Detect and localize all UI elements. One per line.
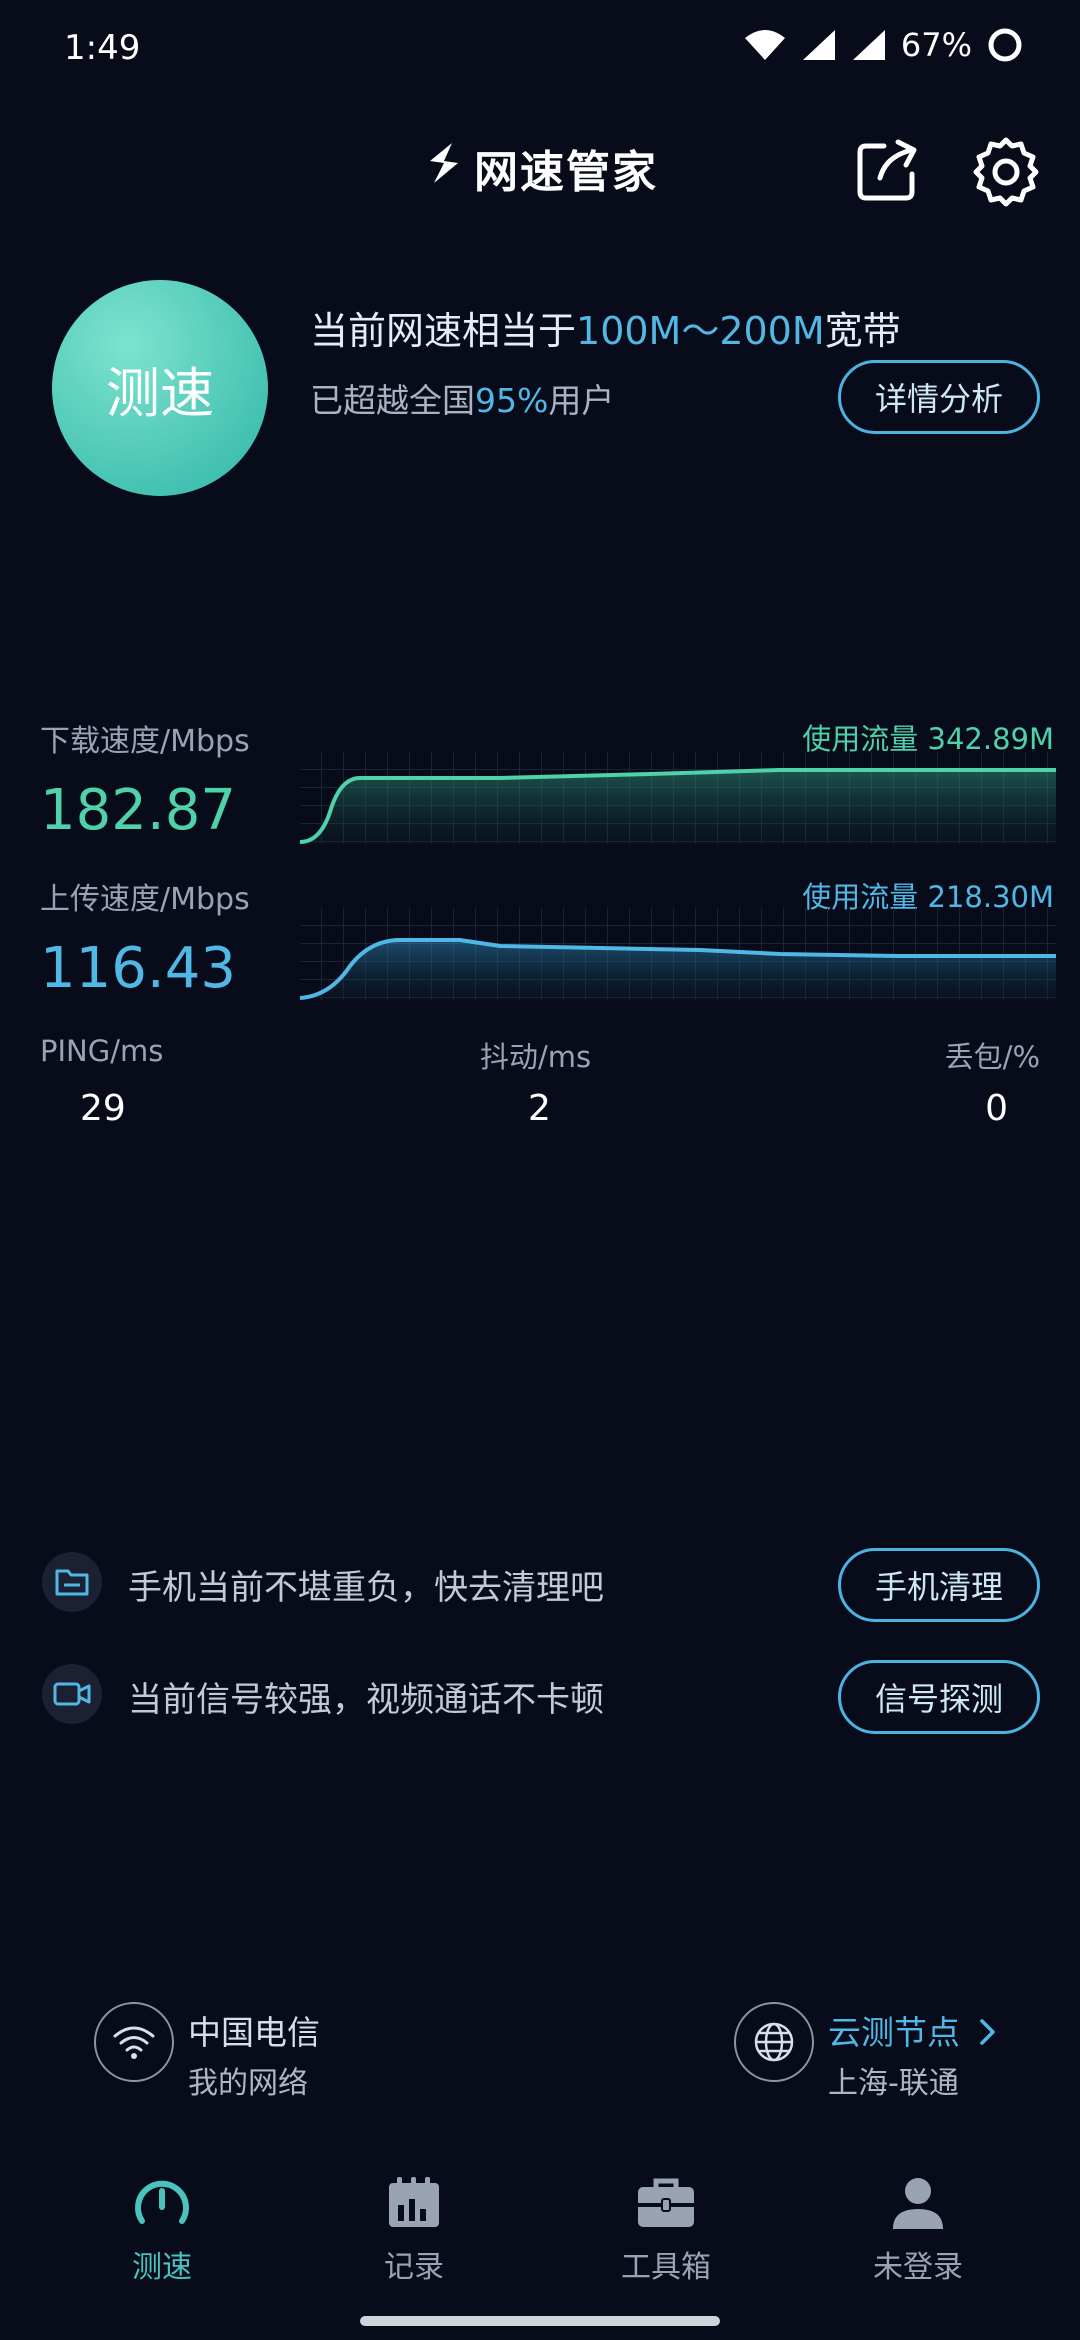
toolbox-icon bbox=[638, 2178, 694, 2227]
download-value: 182.87 bbox=[40, 778, 236, 843]
node-location: 上海-联通 bbox=[828, 2066, 959, 2101]
tab-records[interactable]: 记录 bbox=[314, 2170, 514, 2286]
wifi-icon bbox=[94, 2002, 174, 2082]
jitter-value: 2 bbox=[528, 1088, 551, 1129]
tab-profile[interactable]: 未登录 bbox=[818, 2170, 1018, 2286]
upload-chart bbox=[300, 908, 1056, 1000]
tip-signal-text: 当前信号较强，视频通话不卡顿 bbox=[128, 1680, 604, 1720]
logo-icon bbox=[422, 139, 466, 198]
signal-detect-button[interactable]: 信号探测 bbox=[838, 1660, 1040, 1734]
loss-label: 丢包/% bbox=[944, 1040, 1040, 1074]
upload-value: 116.43 bbox=[40, 936, 236, 1001]
app-title: 网速管家 bbox=[474, 147, 658, 198]
tab-records-label: 记录 bbox=[384, 2250, 444, 2285]
cell-signal-icon-2 bbox=[852, 30, 885, 60]
cloud-node-link[interactable]: 云测节点 bbox=[828, 2006, 999, 2054]
rank-percent: 95% bbox=[475, 381, 549, 420]
settings-button[interactable] bbox=[968, 132, 1044, 208]
details-analysis-button[interactable]: 详情分析 bbox=[838, 360, 1040, 434]
upload-label: 上传速度/Mbps bbox=[40, 882, 250, 917]
speed-test-button[interactable]: 测速 bbox=[52, 280, 268, 496]
status-icons: 67% bbox=[743, 26, 1024, 64]
gear-icon bbox=[973, 137, 1039, 207]
battery-ring-icon bbox=[988, 28, 1022, 62]
tab-speedtest-label: 测速 bbox=[132, 2250, 192, 2285]
rank-summary: 已超越全国95%用户 bbox=[310, 381, 615, 420]
tab-toolbox[interactable]: 工具箱 bbox=[566, 2170, 766, 2286]
chevron-right-icon bbox=[979, 2019, 995, 2045]
folder-icon bbox=[42, 1552, 102, 1612]
loss-value: 0 bbox=[985, 1088, 1008, 1129]
cell-signal-icon bbox=[802, 30, 835, 60]
tip-cleanup-text: 手机当前不堪重负，快去清理吧 bbox=[128, 1568, 604, 1608]
speedometer-icon bbox=[135, 2180, 189, 2224]
tab-speedtest[interactable]: 测速 bbox=[62, 2170, 262, 2286]
user-icon bbox=[893, 2178, 943, 2229]
my-network-label: 我的网络 bbox=[188, 2066, 308, 2101]
home-indicator[interactable] bbox=[360, 2316, 720, 2326]
download-label: 下载速度/Mbps bbox=[40, 724, 250, 759]
status-time: 1:49 bbox=[64, 28, 141, 68]
ping-label: PING/ms bbox=[40, 1034, 164, 1068]
carrier-name: 中国电信 bbox=[188, 2013, 320, 2052]
share-button[interactable] bbox=[850, 132, 926, 208]
jitter-label: 抖动/ms bbox=[480, 1040, 592, 1074]
video-icon bbox=[42, 1664, 102, 1724]
speed-summary: 当前网速相当于100M～200M宽带 bbox=[310, 309, 901, 353]
calendar-chart-icon bbox=[389, 2177, 439, 2227]
globe-icon[interactable] bbox=[734, 2002, 814, 2082]
tab-profile-label: 未登录 bbox=[873, 2250, 963, 2285]
wifi-signal-icon bbox=[744, 30, 785, 60]
tab-toolbox-label: 工具箱 bbox=[621, 2250, 711, 2285]
bandwidth-range: 100M～200M bbox=[576, 309, 825, 353]
download-chart bbox=[300, 752, 1056, 844]
phone-cleanup-button[interactable]: 手机清理 bbox=[838, 1548, 1040, 1622]
share-icon bbox=[857, 139, 917, 201]
battery-percent: 67% bbox=[900, 26, 972, 64]
ping-value: 29 bbox=[80, 1088, 126, 1129]
